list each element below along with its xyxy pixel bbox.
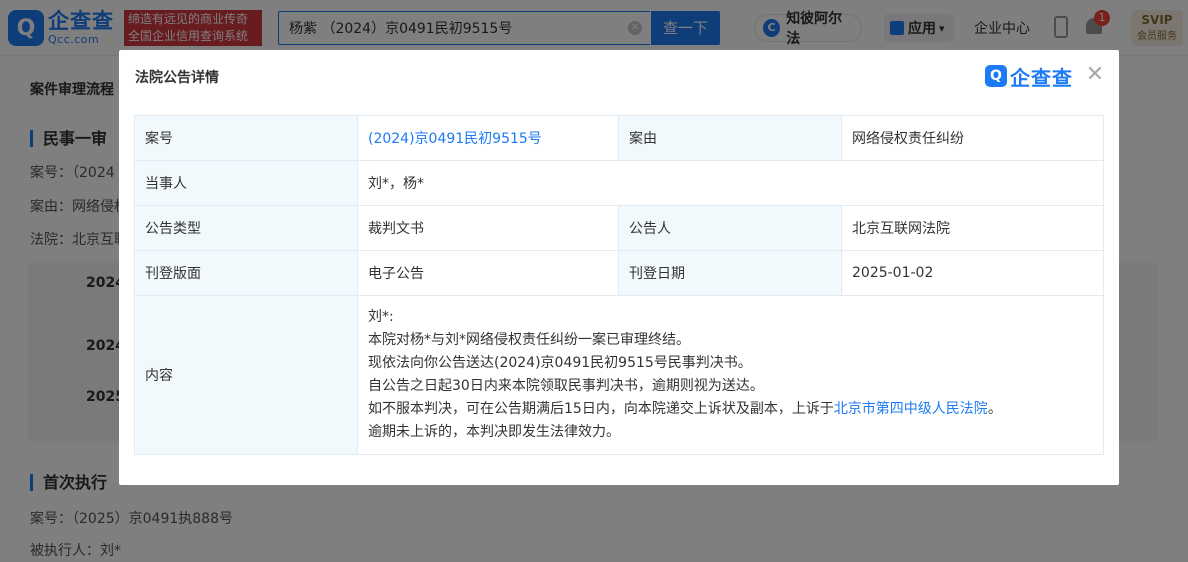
notice-type-value: 裁判文书 — [357, 205, 619, 251]
content-text: 。 — [987, 401, 1002, 417]
publication-date-label: 刊登日期 — [618, 250, 842, 296]
case-cause-label: 案由 — [618, 115, 842, 161]
case-number-value: (2024)京0491民初9515号 — [357, 115, 619, 161]
case-number-link[interactable]: (2024)京0491民初9515号 — [368, 131, 542, 147]
announcer-value: 北京互联网法院 — [841, 205, 1104, 251]
notice-detail-table: 案号 (2024)京0491民初9515号 案由 网络侵权责任纠纷 当事人 刘*… — [134, 115, 1104, 455]
announcer-label: 公告人 — [618, 205, 842, 251]
case-cause-value: 网络侵权责任纠纷 — [841, 115, 1104, 161]
table-row: 公告类型 裁判文书 公告人 北京互联网法院 — [134, 205, 1104, 251]
parties-value: 刘*，杨* — [357, 160, 1104, 206]
table-row: 当事人 刘*，杨* — [134, 160, 1104, 206]
content-line: 自公告之日起30日内来本院领取民事判决书，逾期则视为送达。 — [368, 378, 764, 394]
table-row: 案号 (2024)京0491民初9515号 案由 网络侵权责任纠纷 — [134, 115, 1104, 161]
case-number-label: 案号 — [134, 115, 358, 161]
modal-title: 法院公告详情 — [135, 70, 219, 86]
content-label: 内容 — [134, 295, 358, 455]
content-text: 如不服本判决，可在公告期满后15日内，向本院递交上诉状及副本，上诉于 — [368, 401, 834, 417]
qcc-logo-icon: Q — [985, 65, 1007, 87]
content-line: 逾期未上诉的，本判决即发生法律效力。 — [368, 424, 620, 440]
content-line: 如不服本判决，可在公告期满后15日内，向本院递交上诉状及副本，上诉于北京市第四中… — [368, 398, 1093, 421]
content-line: 现依法向你公告送达(2024)京0491民初9515号民事判决书。 — [368, 355, 752, 371]
publication-layout-value: 电子公告 — [357, 250, 619, 296]
publication-layout-label: 刊登版面 — [134, 250, 358, 296]
notice-type-label: 公告类型 — [134, 205, 358, 251]
modal-logo-text: 企查查 — [1010, 65, 1073, 90]
content-line: 本院对杨*与刘*网络侵权责任纠纷一案已审理终结。 — [368, 332, 690, 348]
notice-content: 刘*: 本院对杨*与刘*网络侵权责任纠纷一案已审理终结。 现依法向你公告送达(2… — [357, 295, 1104, 455]
close-icon[interactable]: ✕ — [1085, 64, 1105, 86]
court-notice-modal: 法院公告详情 Q 企查查 ✕ 案号 (2024)京0491民初9515号 案由 … — [119, 50, 1119, 485]
content-line: 刘*: — [368, 309, 394, 325]
publication-date-value: 2025-01-02 — [841, 250, 1104, 296]
table-row: 内容 刘*: 本院对杨*与刘*网络侵权责任纠纷一案已审理终结。 现依法向你公告送… — [134, 295, 1104, 455]
appeal-court-link[interactable]: 北京市第四中级人民法院 — [834, 401, 988, 417]
parties-label: 当事人 — [134, 160, 358, 206]
modal-qcc-logo: Q 企查查 — [985, 63, 1073, 90]
table-row: 刊登版面 电子公告 刊登日期 2025-01-02 — [134, 250, 1104, 296]
